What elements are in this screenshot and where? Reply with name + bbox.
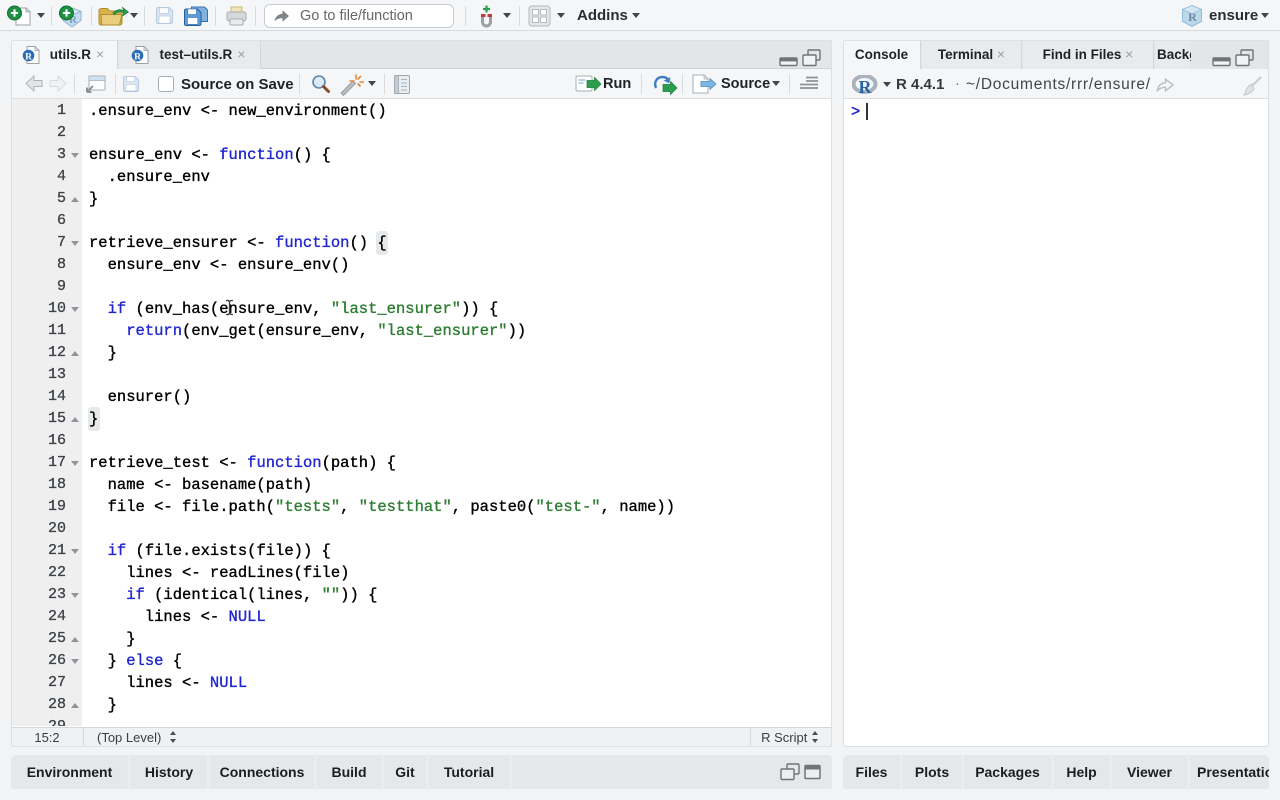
svg-text:R: R — [859, 77, 873, 96]
svg-text:R: R — [134, 53, 141, 63]
svg-text:R: R — [1188, 10, 1197, 24]
svg-text:R: R — [25, 53, 32, 63]
